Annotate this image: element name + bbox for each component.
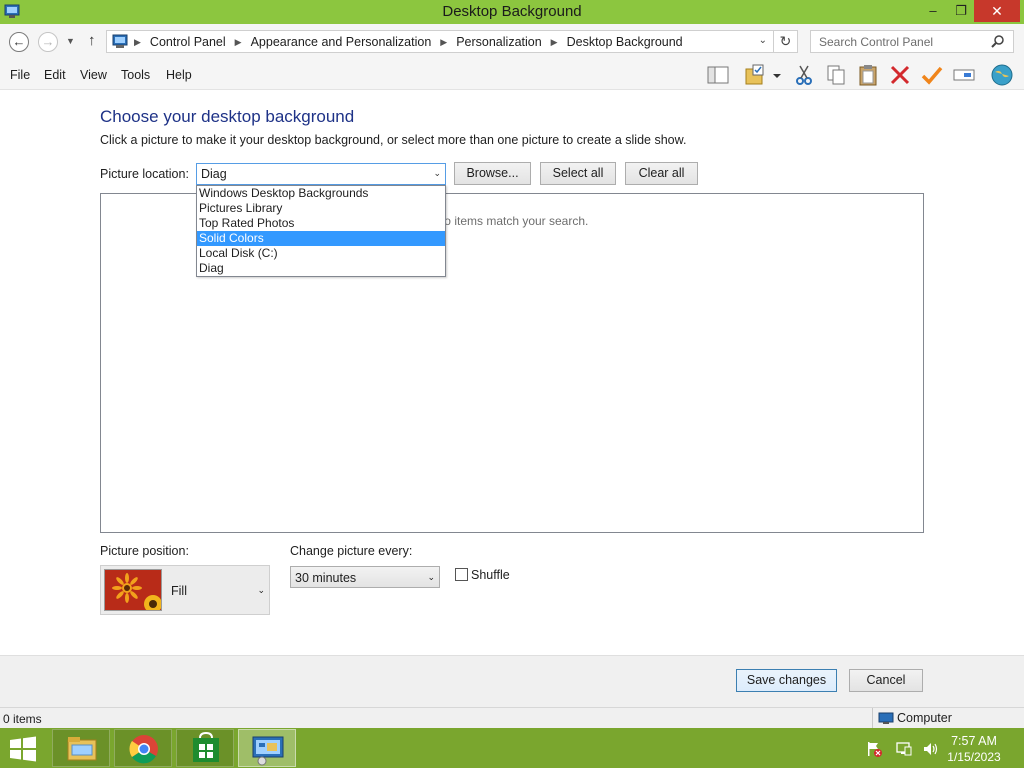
breadcrumb-separator[interactable]: ▶ — [134, 37, 141, 48]
change-picture-value[interactable]: 30 minutes — [295, 571, 356, 585]
search-input[interactable] — [819, 35, 989, 49]
title-bar: Desktop Background – ❐ ✕ — [0, 0, 1024, 24]
forward-button[interactable]: → — [38, 32, 58, 52]
breadcrumb-separator[interactable]: ▶ — [440, 37, 447, 48]
clock-date[interactable]: 1/15/2023 — [940, 750, 1008, 764]
breadcrumb-separator[interactable]: ▶ — [235, 37, 242, 48]
computer-icon — [878, 712, 894, 725]
option-pictures-library[interactable]: Pictures Library — [197, 201, 445, 216]
picture-position-label: Picture position: — [100, 544, 189, 558]
control-panel-icon — [112, 34, 128, 49]
rename-icon[interactable] — [952, 63, 976, 87]
picture-location-label: Picture location: — [100, 167, 189, 181]
picture-position-value[interactable]: Fill — [171, 584, 187, 598]
picture-location-dropdown[interactable]: Windows Desktop Backgrounds Pictures Lib… — [196, 185, 446, 277]
cut-icon[interactable] — [792, 63, 816, 87]
option-diag[interactable]: Diag — [197, 261, 445, 276]
chevron-down-icon[interactable] — [770, 63, 784, 87]
close-button[interactable]: ✕ — [974, 0, 1020, 22]
minimize-button[interactable]: – — [918, 0, 948, 22]
option-windows-desktop-backgrounds[interactable]: Windows Desktop Backgrounds — [197, 186, 445, 201]
status-divider — [872, 708, 873, 728]
option-local-disk[interactable]: Local Disk (C:) — [197, 246, 445, 261]
layout-icon[interactable] — [706, 63, 730, 87]
page-title: Choose your desktop background — [100, 107, 355, 126]
main-content: Choose your desktop background Click a p… — [0, 91, 1024, 655]
change-picture-select[interactable]: 30 minutes ⌄ — [290, 566, 440, 588]
up-button[interactable]: ↑ — [88, 32, 96, 49]
dialog-footer: Save changes Cancel — [0, 655, 1024, 707]
chevron-down-icon[interactable]: ⌄ — [427, 572, 435, 583]
search-box[interactable] — [810, 30, 1014, 53]
address-bar: ← → ▼ ↑ ▶ Control Panel ▶ Appearance and… — [0, 24, 1024, 60]
breadcrumb-desktop-background[interactable]: Desktop Background — [567, 35, 683, 49]
copy-icon[interactable] — [824, 63, 848, 87]
menu-tools[interactable]: Tools — [121, 68, 150, 82]
clock-time[interactable]: 7:57 AM — [940, 734, 1008, 748]
delete-icon[interactable] — [888, 63, 912, 87]
cancel-button[interactable]: Cancel — [849, 669, 923, 692]
breadcrumb-personalization[interactable]: Personalization — [456, 35, 541, 49]
breadcrumb[interactable]: ▶ Control Panel ▶ Appearance and Persona… — [106, 30, 774, 53]
breadcrumb-separator[interactable]: ▶ — [551, 37, 558, 48]
picture-position-preview — [104, 569, 162, 611]
maximize-button[interactable]: ❐ — [946, 0, 976, 22]
menu-bar: File Edit View Tools Help — [0, 60, 1024, 90]
recent-locations-icon[interactable]: ▼ — [66, 36, 75, 46]
breadcrumb-appearance-and-personalization[interactable]: Appearance and Personalization — [251, 35, 432, 49]
save-changes-button[interactable]: Save changes — [736, 669, 837, 692]
change-picture-label: Change picture every: — [290, 544, 413, 558]
chevron-down-icon[interactable]: ⌄ — [257, 585, 265, 596]
select-all-button[interactable]: Select all — [540, 162, 616, 185]
chevron-down-icon[interactable]: ⌄ — [433, 168, 441, 179]
taskbar: 7:57 AM 1/15/2023 — [0, 728, 1024, 768]
menu-file[interactable]: File — [10, 68, 30, 82]
menu-view[interactable]: View — [80, 68, 107, 82]
globe-icon[interactable] — [990, 63, 1014, 87]
shuffle-label[interactable]: Shuffle — [471, 568, 510, 582]
paste-icon[interactable] — [856, 63, 880, 87]
clear-all-button[interactable]: Clear all — [625, 162, 698, 185]
window-title: Desktop Background — [442, 3, 582, 20]
breadcrumb-control-panel[interactable]: Control Panel — [150, 35, 226, 49]
back-button[interactable]: ← — [9, 32, 29, 52]
shuffle-checkbox[interactable] — [455, 568, 468, 581]
taskbar-file-explorer[interactable] — [52, 729, 110, 767]
search-icon[interactable] — [991, 34, 1005, 51]
picture-position-select[interactable]: Fill ⌄ — [100, 565, 270, 615]
taskbar-control-panel[interactable] — [238, 729, 296, 767]
folder-check-icon[interactable] — [744, 63, 768, 87]
menu-help[interactable]: Help — [166, 68, 192, 82]
action-center-flag-icon[interactable] — [866, 741, 882, 757]
option-top-rated-photos[interactable]: Top Rated Photos — [197, 216, 445, 231]
network-icon[interactable] — [896, 741, 912, 757]
browse-button[interactable]: Browse... — [454, 162, 531, 185]
option-solid-colors[interactable]: Solid Colors — [197, 231, 445, 246]
picture-location-combo[interactable]: Diag ⌄ — [196, 163, 446, 185]
start-button[interactable] — [6, 734, 40, 764]
volume-icon[interactable] — [922, 741, 938, 757]
taskbar-store[interactable] — [176, 729, 234, 767]
menu-edit[interactable]: Edit — [44, 68, 66, 82]
status-location: Computer — [897, 711, 952, 725]
checkmark-icon[interactable] — [920, 63, 944, 87]
taskbar-chrome[interactable] — [114, 729, 172, 767]
page-description: Click a picture to make it your desktop … — [100, 133, 687, 147]
picture-location-value[interactable]: Diag — [201, 167, 227, 181]
address-dropdown-icon[interactable]: ⌄ — [759, 35, 767, 46]
item-count: 0 items — [3, 712, 42, 726]
status-bar: 0 items Computer — [0, 707, 1024, 728]
refresh-button[interactable]: ↻ — [774, 30, 798, 53]
